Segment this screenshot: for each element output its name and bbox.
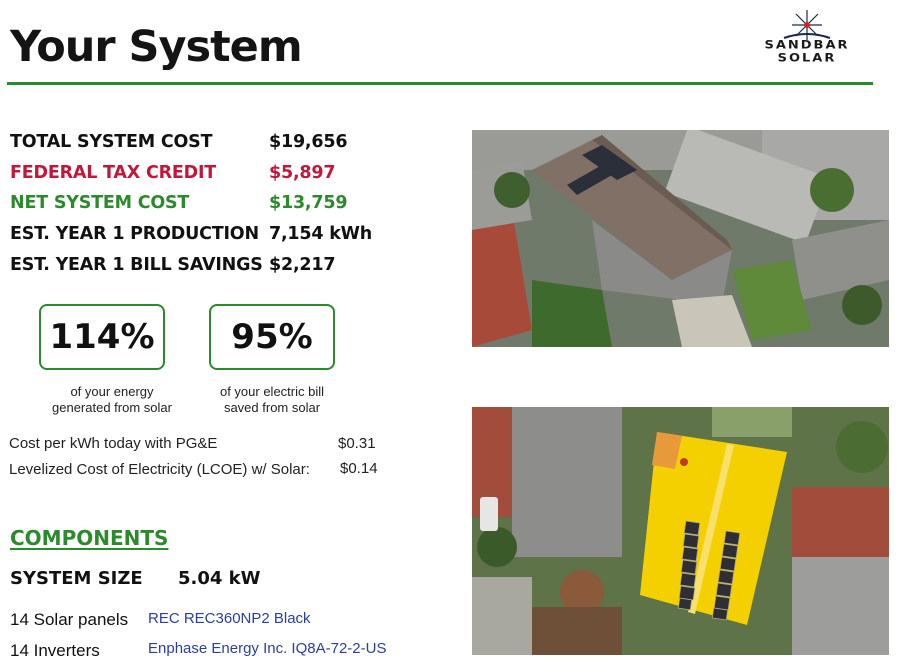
- lcoe-value: $0.14: [340, 460, 378, 477]
- bill-offset-caption: of your electric bill saved from solar: [187, 384, 357, 416]
- cost-label: NET SYSTEM COST: [10, 193, 190, 213]
- caption-line: of your electric bill: [219, 384, 325, 399]
- aerial-3d-house-image: [472, 130, 889, 347]
- solar-panels-label: 14 Solar panels: [10, 610, 129, 629]
- cost-value: 7,154 kWh: [269, 224, 373, 244]
- cost-label: EST. YEAR 1 BILL SAVINGS: [10, 255, 263, 275]
- cost-label: EST. YEAR 1 PRODUCTION: [10, 224, 259, 244]
- logo-line-1: SANDBAR: [764, 38, 850, 53]
- pge-rate-label: Cost per kWh today with PG&E: [9, 435, 218, 452]
- cost-value: $2,217: [269, 255, 336, 275]
- energy-offset-box: 114%: [39, 304, 165, 370]
- system-size-label: SYSTEM SIZE: [10, 568, 143, 589]
- inverter-model-link[interactable]: Enphase Energy Inc. IQ8A-72-2-US: [148, 640, 386, 657]
- bill-offset-box: 95%: [209, 304, 335, 370]
- cost-value: $5,897: [269, 163, 336, 183]
- solar-panel-model-link[interactable]: REC REC360NP2 Black: [148, 610, 311, 627]
- energy-offset-caption: of your energy generated from solar: [27, 384, 197, 416]
- sandbar-solar-logo: SANDBAR SOLAR: [748, 8, 866, 68]
- components-heading: COMPONENTS: [10, 526, 169, 550]
- caption-line: of your energy: [70, 384, 154, 399]
- inverters-label: 14 Inverters: [10, 641, 100, 660]
- pge-rate-value: $0.31: [338, 435, 376, 452]
- header-divider: [7, 82, 873, 85]
- system-size-value: 5.04 kW: [178, 568, 261, 589]
- logo-line-2: SOLAR: [777, 51, 837, 66]
- caption-line: saved from solar: [223, 400, 321, 415]
- caption-line: generated from solar: [52, 400, 172, 415]
- cost-label: TOTAL SYSTEM COST: [10, 132, 213, 152]
- cost-value: $19,656: [269, 132, 348, 152]
- cost-value: $13,759: [269, 193, 348, 213]
- roof-panel-layout-map: [472, 407, 889, 655]
- cost-label: FEDERAL TAX CREDIT: [10, 163, 217, 183]
- lcoe-label: Levelized Cost of Electricity (LCOE) w/ …: [9, 461, 310, 478]
- page-title: Your System: [10, 22, 303, 72]
